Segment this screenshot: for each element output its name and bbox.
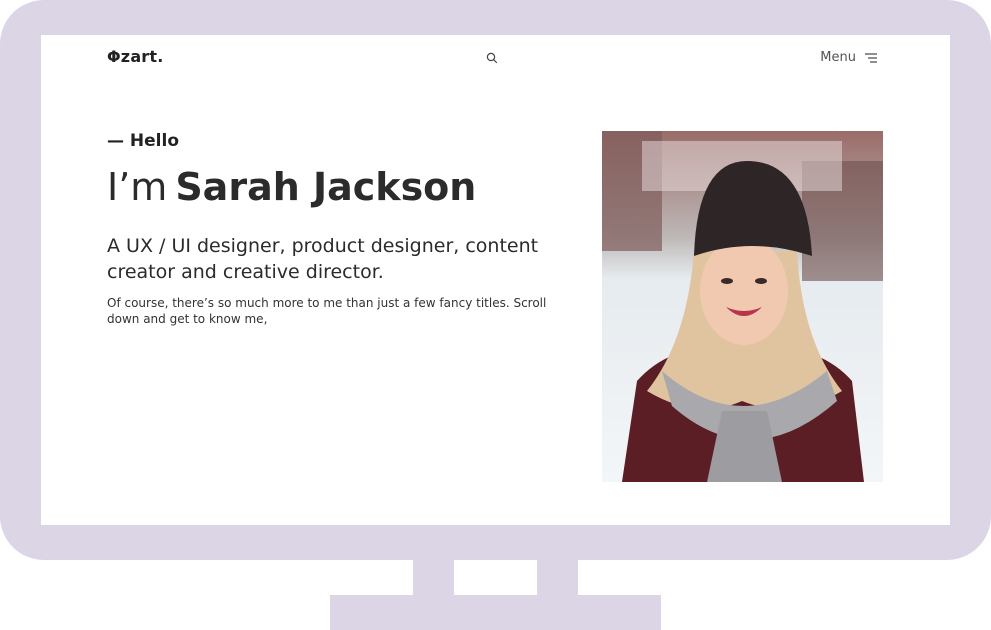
search-icon[interactable] xyxy=(486,52,498,64)
hero-title-prefix: I’m xyxy=(107,165,168,209)
menu-label: Menu xyxy=(820,50,856,65)
monitor-screen: Φzart. Menu — Hello I’m Sarah Jackson A U… xyxy=(41,35,950,525)
hero-title: I’m Sarah Jackson xyxy=(107,163,476,211)
monitor-stand-left xyxy=(413,552,454,598)
hero-name: Sarah Jackson xyxy=(175,165,477,209)
monitor-stand-right xyxy=(537,552,578,598)
site-logo[interactable]: Φzart. xyxy=(107,47,164,66)
hero-lead: A UX / UI designer, product designer, co… xyxy=(107,235,539,283)
profile-photo xyxy=(602,131,883,482)
hero-body: Of course, there’s so much more to me th… xyxy=(107,296,547,326)
menu-lines-icon xyxy=(865,52,877,63)
monitor-base xyxy=(330,595,661,630)
hero-greeting: — Hello xyxy=(107,131,180,151)
menu-button[interactable]: Menu xyxy=(820,50,878,65)
